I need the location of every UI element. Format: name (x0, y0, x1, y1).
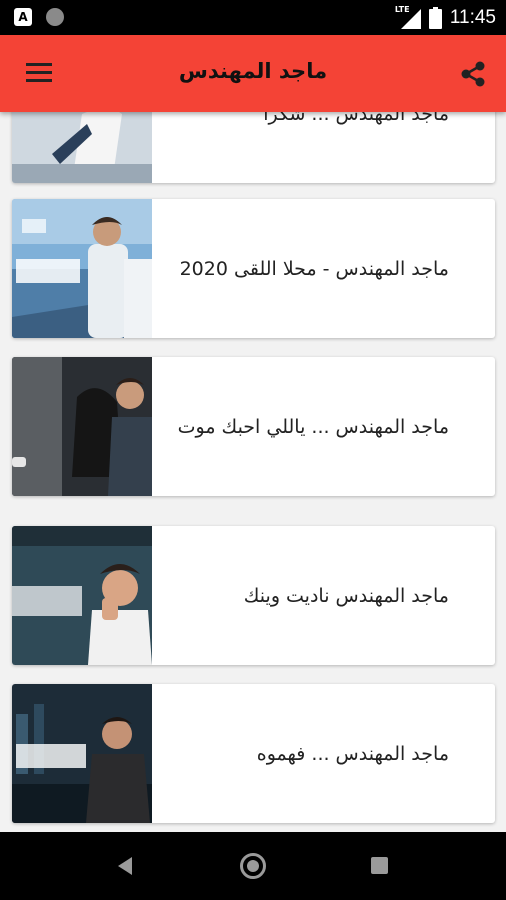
notification-a-icon: A (14, 8, 32, 26)
video-title: ماجد المهندس ... فهموه (256, 742, 449, 765)
recent-apps-icon[interactable] (371, 857, 388, 874)
app-title: ماجد المهندس (178, 59, 328, 83)
video-card[interactable]: ماجد المهندس ... فهموه (12, 684, 495, 823)
navigation-bar (0, 832, 506, 900)
clock: 11:45 (449, 6, 496, 28)
video-thumbnail (12, 684, 152, 823)
share-icon[interactable] (458, 59, 488, 89)
home-icon[interactable] (240, 853, 266, 879)
video-thumbnail (12, 526, 152, 665)
video-title: ماجد المهندس ... شكرا (263, 112, 449, 125)
signal-icon: LTE (395, 5, 421, 29)
battery-icon (428, 6, 442, 29)
video-title: ماجد المهندس - محلا اللقى 2020 (179, 257, 449, 280)
video-thumbnail (12, 112, 152, 183)
video-card[interactable]: ماجد المهندس ... ياللي احبك موت (12, 357, 495, 496)
notification-circle-icon (46, 8, 64, 26)
video-title: ماجد المهندس ... ياللي احبك موت (177, 415, 449, 438)
status-bar: A LTE 11:45 (0, 0, 506, 35)
video-card[interactable]: ماجد المهندس ... شكرا (12, 112, 495, 183)
video-card[interactable]: ماجد المهندس - محلا اللقى 2020 (12, 199, 495, 338)
back-icon[interactable] (116, 856, 134, 880)
video-card[interactable]: ماجد المهندس ناديت وينك (12, 526, 495, 665)
video-list[interactable]: ماجد المهندس ... شكرا ماجد المهندس - محل… (0, 112, 506, 832)
app-bar: ماجد المهندس (0, 35, 506, 112)
video-title: ماجد المهندس ناديت وينك (243, 584, 449, 607)
video-thumbnail (12, 199, 152, 338)
video-thumbnail (12, 357, 152, 496)
